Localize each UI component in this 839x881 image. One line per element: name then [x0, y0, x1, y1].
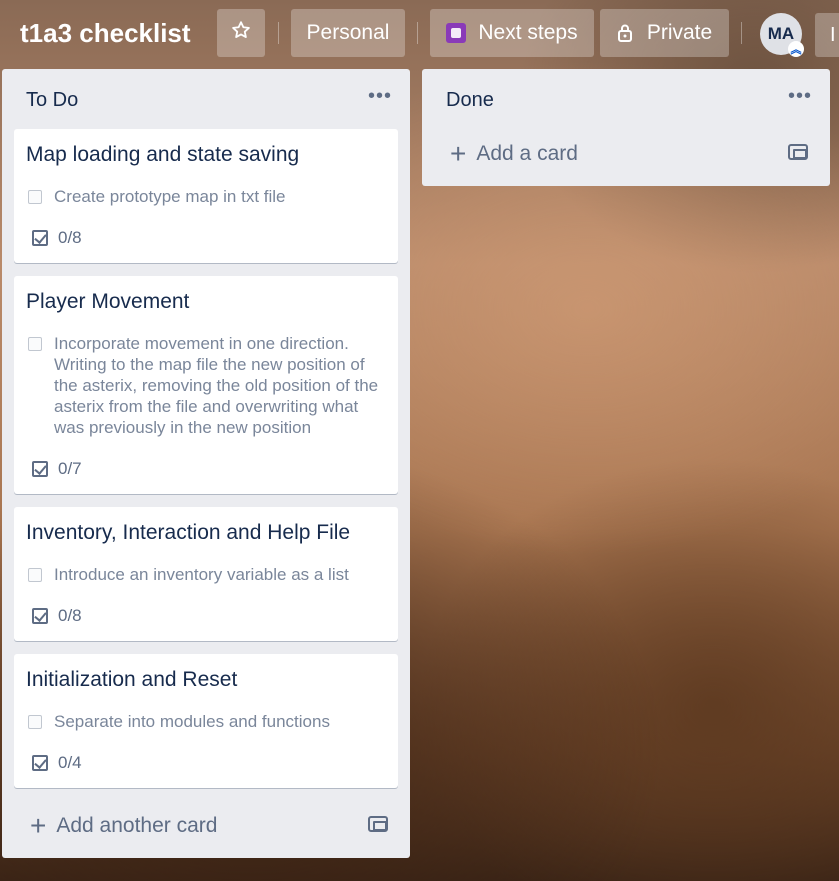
- workspace-label: Personal: [306, 21, 390, 44]
- checklist-count: 0/7: [58, 459, 82, 478]
- plus-icon: +: [450, 138, 467, 169]
- card-title: Inventory, Interaction and Help File: [26, 521, 351, 544]
- header-more-label: I: [830, 23, 836, 46]
- card[interactable]: Initialization and Reset Separate into m…: [14, 654, 398, 788]
- visibility-label: Private: [646, 21, 713, 44]
- add-card-button[interactable]: + Add a card: [450, 138, 578, 169]
- checklist-icon: [32, 608, 48, 624]
- checklist-badge: 0/7: [32, 459, 82, 479]
- add-another-card-button[interactable]: + Add another card: [30, 810, 218, 841]
- checklist-item: Separate into modules and functions: [28, 711, 388, 732]
- card[interactable]: Player Movement Incorporate movement in …: [14, 276, 398, 494]
- next-steps-button[interactable]: Next steps: [430, 9, 594, 57]
- card-title: Initialization and Reset: [26, 668, 238, 691]
- list-title[interactable]: To Do: [26, 89, 78, 112]
- checklist-item: Introduce an inventory variable as a lis…: [28, 564, 388, 585]
- checklist-badge: 0/8: [32, 228, 82, 248]
- checklist-item: Create prototype map in txt file: [28, 186, 388, 207]
- add-card-label: Add another card: [56, 814, 218, 837]
- checklist-icon: [32, 230, 48, 246]
- card-template-icon[interactable]: [788, 144, 808, 160]
- list-menu-icon[interactable]: •••: [368, 85, 392, 108]
- checklist-count: 0/4: [58, 753, 82, 772]
- board-header: t1a3 checklist Personal Next steps Priva…: [0, 0, 839, 68]
- checklist-item-text: Incorporate movement in one direction. W…: [54, 334, 379, 437]
- checklist-count: 0/8: [58, 606, 82, 625]
- checklist-icon: [32, 755, 48, 771]
- card[interactable]: Map loading and state saving Create prot…: [14, 129, 398, 263]
- header-divider: [278, 22, 279, 44]
- power-up-icon: [446, 23, 467, 43]
- visibility-button[interactable]: Private: [600, 9, 729, 57]
- header-divider: [741, 22, 742, 44]
- checklist-icon: [32, 461, 48, 477]
- lock-icon: [617, 23, 633, 43]
- checkbox-icon[interactable]: [28, 568, 42, 582]
- star-icon: [230, 19, 252, 47]
- card-template-icon[interactable]: [368, 816, 388, 832]
- add-card-label: Add a card: [476, 142, 578, 165]
- header-divider: [417, 22, 418, 44]
- list-menu-icon[interactable]: •••: [788, 85, 812, 108]
- plus-icon: +: [30, 810, 47, 841]
- checklist-item: Incorporate movement in one direction. W…: [28, 333, 388, 438]
- checklist-item-text: Create prototype map in txt file: [54, 187, 286, 206]
- checkbox-icon[interactable]: [28, 337, 42, 351]
- checklist-item-text: Separate into modules and functions: [54, 712, 330, 731]
- card[interactable]: Inventory, Interaction and Help File Int…: [14, 507, 398, 641]
- checklist-badge: 0/8: [32, 606, 82, 626]
- card-title: Map loading and state saving: [26, 143, 300, 166]
- checklist-item-text: Introduce an inventory variable as a lis…: [54, 565, 349, 584]
- next-steps-label: Next steps: [478, 21, 578, 44]
- list-done: Done ••• + Add a card: [422, 69, 830, 186]
- admin-chevron-icon: ︽: [788, 41, 804, 57]
- checkbox-icon[interactable]: [28, 190, 42, 204]
- workspace-button[interactable]: Personal: [291, 9, 405, 57]
- checklist-count: 0/8: [58, 228, 82, 247]
- header-more-button[interactable]: I: [815, 13, 839, 57]
- member-avatar[interactable]: MA ︽: [760, 13, 804, 57]
- board-title[interactable]: t1a3 checklist: [20, 18, 191, 49]
- checkbox-icon[interactable]: [28, 715, 42, 729]
- list-todo: To Do ••• Map loading and state saving C…: [2, 69, 410, 858]
- star-button[interactable]: [217, 9, 265, 57]
- list-title[interactable]: Done: [446, 89, 494, 112]
- card-title: Player Movement: [26, 290, 190, 313]
- checklist-badge: 0/4: [32, 753, 82, 773]
